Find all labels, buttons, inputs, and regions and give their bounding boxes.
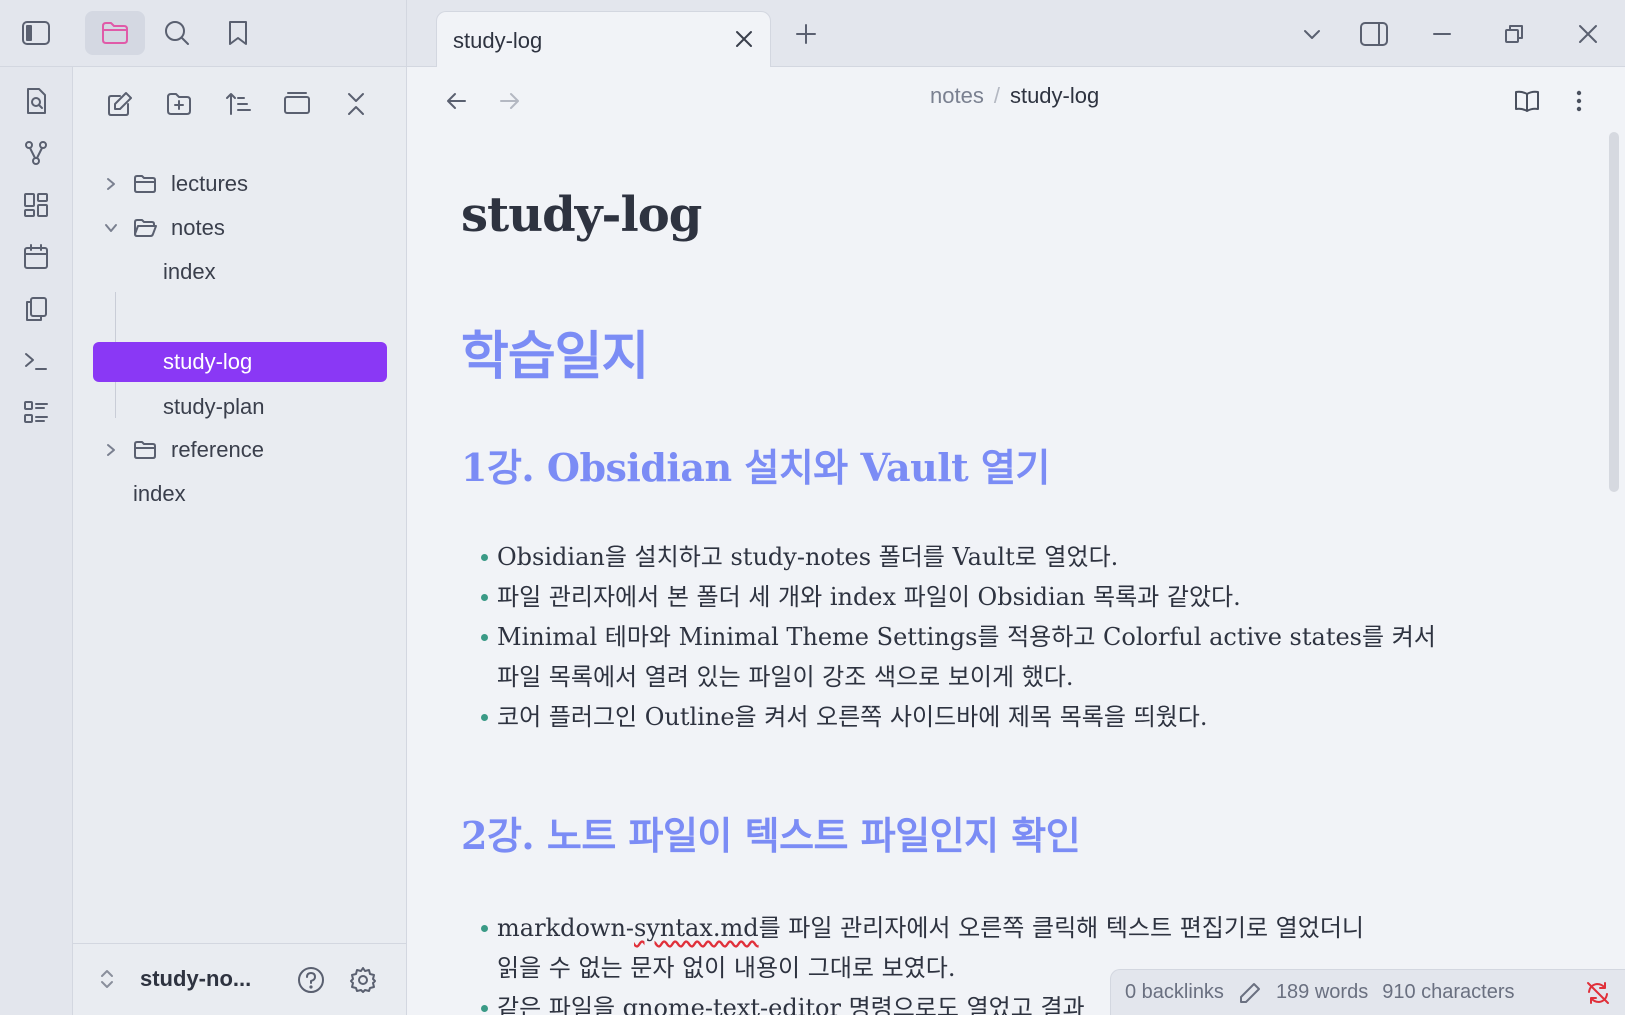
editor-pane: notes / study-log study-log 학습일지 1강. Obs… <box>407 67 1625 1015</box>
ribbon <box>0 67 73 1015</box>
list-item-text: Obsidian을 설치하고 study-notes 폴더를 Vault로 열었… <box>497 543 1119 571</box>
search-icon[interactable] <box>155 14 199 52</box>
list-item-text: 코어 플러그인 Outline을 켜서 오른쪽 사이드바에 제목 목록을 띄웠다… <box>497 703 1208 731</box>
tree-label: index <box>133 481 186 506</box>
chevron-right-icon <box>103 176 123 192</box>
sort-icon[interactable] <box>219 85 257 123</box>
list-item: 파일 관리자에서 본 폴더 세 개와 index 파일이 Obsidian 목록… <box>481 577 1436 617</box>
folder-icon[interactable] <box>85 11 145 55</box>
list-item-text: markdown-syntax.md를 파일 관리자에서 오른쪽 클릭해 텍스트… <box>497 914 1364 942</box>
tree-label: study-log <box>163 349 253 374</box>
pencil-icon[interactable] <box>1238 981 1262 1005</box>
tree-file-study-log[interactable]: study-log <box>163 342 252 382</box>
tab-study-log[interactable]: study-log <box>436 11 771 68</box>
list-item: 코어 플러그인 Outline을 켜서 오른쪽 사이드바에 제목 목록을 띄웠다… <box>481 697 1436 737</box>
auto-reveal-icon[interactable] <box>278 85 316 123</box>
chevron-right-icon <box>103 442 123 458</box>
tree-label: lectures <box>171 171 249 196</box>
note-content[interactable]: study-log 학습일지 1강. Obsidian 설치와 Vault 열기… <box>461 67 1581 1015</box>
close-icon[interactable] <box>730 25 758 53</box>
sync-error-icon[interactable] <box>1585 980 1611 1006</box>
outline-list-icon[interactable] <box>18 395 54 431</box>
new-folder-icon[interactable] <box>160 85 198 123</box>
tree-file-index[interactable]: index <box>163 252 216 292</box>
folder-open-icon <box>133 217 157 239</box>
right-sidebar-toggle-icon[interactable] <box>1352 14 1396 54</box>
calendar-icon[interactable] <box>18 239 54 275</box>
heading-1: 학습일지 <box>461 327 649 387</box>
tree-label: study-plan <box>163 394 265 419</box>
tree-folder-lectures[interactable]: lectures <box>103 164 248 204</box>
quick-switcher-icon[interactable] <box>18 83 54 119</box>
tree-file-study-plan[interactable]: study-plan <box>163 387 265 427</box>
note-title[interactable]: study-log <box>461 187 702 243</box>
tree-file-index-root[interactable]: index <box>133 474 186 514</box>
heading-2: 1강. Obsidian 설치와 Vault 열기 <box>461 445 1050 490</box>
list-item-text: Minimal 테마와 Minimal Theme Settings를 적용하고… <box>497 623 1436 651</box>
list-item-text: 파일 관리자에서 본 폴더 세 개와 index 파일이 Obsidian 목록… <box>497 583 1241 611</box>
list-item: Minimal 테마와 Minimal Theme Settings를 적용하고… <box>481 617 1436 697</box>
terminal-icon[interactable] <box>18 343 54 379</box>
list-item-text: 같은 파일을 gnome-text-editor 명령으로도 열었고 결과 <box>497 994 1085 1015</box>
tree-label: reference <box>171 437 264 462</box>
list-item: Obsidian을 설치하고 study-notes 폴더를 Vault로 열었… <box>481 537 1436 577</box>
file-explorer: lectures notes index study-log study-pla… <box>73 67 407 1015</box>
tree-label: index <box>163 259 216 284</box>
tree-folder-notes[interactable]: notes <box>103 208 225 248</box>
tree-folder-reference[interactable]: reference <box>103 430 264 470</box>
bullet-list: Obsidian을 설치하고 study-notes 폴더를 Vault로 열었… <box>481 537 1436 737</box>
vault-switcher-icon[interactable] <box>99 966 115 992</box>
folder-icon <box>133 439 157 461</box>
chevron-down-icon[interactable] <box>1292 14 1332 54</box>
gear-icon[interactable] <box>343 960 383 1000</box>
vault-bar: study-no... <box>73 943 407 1015</box>
word-count: 189 words <box>1275 981 1369 1003</box>
vault-name[interactable]: study-no... <box>140 966 251 992</box>
collapse-all-icon[interactable] <box>337 85 375 123</box>
character-count: 910 characters <box>1382 981 1515 1003</box>
tab-label: study-log <box>453 28 543 53</box>
restore-icon[interactable] <box>1492 14 1536 54</box>
window-close-icon[interactable] <box>1566 14 1610 54</box>
list-item-text: 파일 목록에서 열려 있는 파일이 강조 색으로 보이게 했다. <box>497 663 1074 691</box>
scrollbar[interactable] <box>1609 132 1619 492</box>
status-bar: 0 backlinks 189 words 910 characters <box>1110 969 1625 1015</box>
copy-icon[interactable] <box>18 291 54 327</box>
tree-label: notes <box>171 215 225 240</box>
misspelled-word[interactable]: syntax.md <box>634 914 759 942</box>
bookmark-icon[interactable] <box>216 14 260 52</box>
chevron-down-icon <box>103 220 123 236</box>
title-bar: study-log <box>0 0 1625 68</box>
folder-icon <box>133 173 157 195</box>
heading-2: 2강. 노트 파일이 텍스트 파일인지 확인 <box>461 813 1081 858</box>
graph-view-icon[interactable] <box>18 135 54 171</box>
divider <box>406 0 407 67</box>
canvas-icon[interactable] <box>18 187 54 223</box>
sidebar-toggle-icon[interactable] <box>14 14 58 52</box>
plus-icon[interactable] <box>786 14 826 54</box>
backlinks-count[interactable]: 0 backlinks <box>1125 981 1224 1004</box>
minimize-icon[interactable] <box>1420 14 1464 54</box>
new-note-icon[interactable] <box>101 85 139 123</box>
help-icon[interactable] <box>291 960 331 1000</box>
